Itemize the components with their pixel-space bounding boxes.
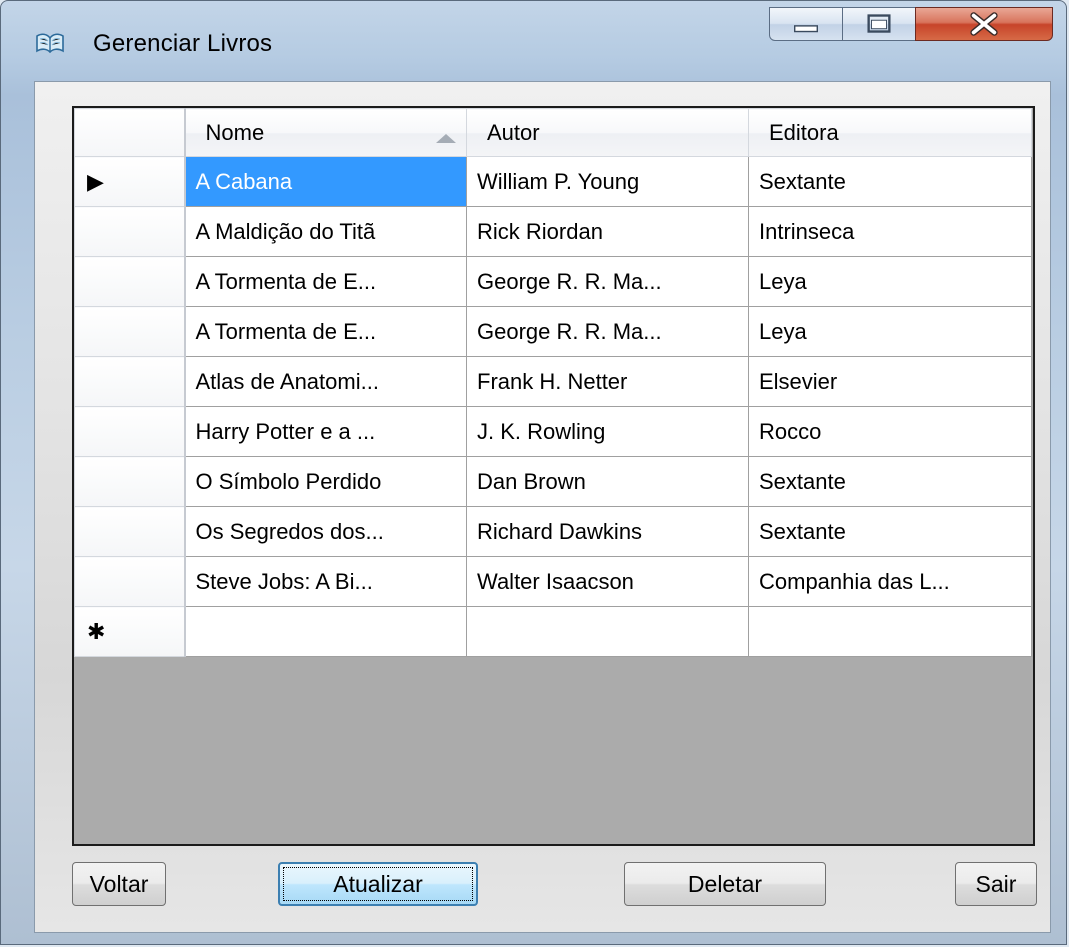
table-row[interactable]: Steve Jobs: A Bi... Walter Isaacson Comp…: [74, 556, 1032, 607]
cell-editora[interactable]: Elsevier: [748, 356, 1032, 407]
current-row-arrow-icon: ▶: [87, 168, 104, 194]
window-title: Gerenciar Livros: [93, 30, 273, 57]
books-table: Nome Autor Editora ▶ A Cabana William P.…: [74, 108, 1032, 657]
row-header-cell[interactable]: [74, 206, 186, 257]
table-row[interactable]: ▶ A Cabana William P. Young Sextante: [74, 156, 1032, 207]
row-header-cell[interactable]: [74, 356, 186, 407]
cell-editora[interactable]: Leya: [748, 256, 1032, 307]
cell-nome[interactable]: Os Segredos dos...: [184, 506, 467, 557]
maximize-icon: [867, 14, 891, 33]
cell-nome[interactable]: Atlas de Anatomi...: [184, 356, 467, 407]
cell-autor[interactable]: Frank H. Netter: [466, 356, 749, 407]
column-header-nome[interactable]: Nome: [184, 108, 467, 157]
button-label: Voltar: [89, 870, 149, 897]
top-left-header-cell[interactable]: [74, 108, 186, 157]
title-bar[interactable]: Gerenciar Livros: [1, 1, 1066, 83]
cell-autor[interactable]: Dan Brown: [466, 456, 749, 507]
cell-autor[interactable]: Walter Isaacson: [466, 556, 749, 607]
table-row[interactable]: O Símbolo Perdido Dan Brown Sextante: [74, 456, 1032, 507]
deletar-button[interactable]: Deletar: [624, 862, 826, 906]
table-row[interactable]: Os Segredos dos... Richard Dawkins Sexta…: [74, 506, 1032, 557]
table-row[interactable]: A Tormenta de E... George R. R. Ma... Le…: [74, 256, 1032, 307]
cell-editora[interactable]: Sextante: [748, 456, 1032, 507]
cell-editora[interactable]: Sextante: [748, 156, 1032, 207]
button-label: Sair: [975, 870, 1017, 897]
cell-editora[interactable]: [748, 606, 1032, 657]
atualizar-button[interactable]: Atualizar: [278, 862, 478, 906]
new-row-asterisk-icon: ✱: [87, 618, 106, 644]
row-header-cell[interactable]: [74, 556, 186, 607]
button-label: Deletar: [687, 870, 763, 897]
cell-editora[interactable]: Sextante: [748, 506, 1032, 557]
table-row[interactable]: A Maldição do Titã Rick Riordan Intrinse…: [74, 206, 1032, 257]
cell-autor[interactable]: George R. R. Ma...: [466, 306, 749, 357]
table-row[interactable]: A Tormenta de E... George R. R. Ma... Le…: [74, 306, 1032, 357]
column-header-editora[interactable]: Editora: [748, 108, 1032, 157]
row-header-cell[interactable]: ▶: [74, 156, 186, 207]
cell-nome[interactable]: A Cabana: [184, 156, 467, 207]
cell-autor[interactable]: J. K. Rowling: [466, 406, 749, 457]
cell-autor[interactable]: [466, 606, 749, 657]
row-header-cell[interactable]: [74, 406, 186, 457]
minimize-icon: [794, 25, 818, 33]
books-data-grid[interactable]: Nome Autor Editora ▶ A Cabana William P.…: [72, 106, 1035, 846]
grid-header-row: Nome Autor Editora: [74, 108, 1032, 157]
column-header-label: Autor: [487, 119, 540, 145]
sort-ascending-icon: [436, 133, 456, 143]
cell-nome[interactable]: A Tormenta de E...: [184, 306, 467, 357]
cell-autor[interactable]: Richard Dawkins: [466, 506, 749, 557]
form-client-area: Nome Autor Editora ▶ A Cabana William P.…: [34, 81, 1051, 933]
minimize-button[interactable]: [769, 7, 843, 41]
cell-nome[interactable]: Steve Jobs: A Bi...: [184, 556, 467, 607]
cell-editora[interactable]: Leya: [748, 306, 1032, 357]
row-header-cell[interactable]: ✱: [74, 606, 186, 657]
row-header-cell[interactable]: [74, 456, 186, 507]
row-header-cell[interactable]: [74, 256, 186, 307]
close-button[interactable]: [915, 7, 1053, 41]
cell-editora[interactable]: Companhia das L...: [748, 556, 1032, 607]
table-row[interactable]: Atlas de Anatomi... Frank H. Netter Else…: [74, 356, 1032, 407]
row-header-cell[interactable]: [74, 306, 186, 357]
cell-nome[interactable]: O Símbolo Perdido: [184, 456, 467, 507]
cell-autor[interactable]: George R. R. Ma...: [466, 256, 749, 307]
open-book-icon: [36, 33, 64, 54]
voltar-button[interactable]: Voltar: [72, 862, 166, 906]
sair-button[interactable]: Sair: [955, 862, 1037, 906]
cell-autor[interactable]: Rick Riordan: [466, 206, 749, 257]
row-header-cell[interactable]: [74, 506, 186, 557]
new-row[interactable]: ✱: [74, 606, 1032, 657]
column-header-autor[interactable]: Autor: [466, 108, 749, 157]
cell-nome[interactable]: Harry Potter e a ...: [184, 406, 467, 457]
close-icon: [970, 12, 998, 36]
cell-nome[interactable]: A Tormenta de E...: [184, 256, 467, 307]
cell-nome[interactable]: A Maldição do Titã: [184, 206, 467, 257]
button-label: Atualizar: [333, 870, 423, 897]
app-window: Gerenciar Livros Nome Autor Editora ▶ A …: [0, 0, 1067, 945]
maximize-button[interactable]: [842, 7, 916, 41]
column-header-label: Nome: [205, 119, 265, 145]
column-header-label: Editora: [769, 119, 839, 145]
cell-autor[interactable]: William P. Young: [466, 156, 749, 207]
cell-editora[interactable]: Rocco: [748, 406, 1032, 457]
table-row[interactable]: Harry Potter e a ... J. K. Rowling Rocco: [74, 406, 1032, 457]
cell-nome[interactable]: [184, 606, 467, 657]
cell-editora[interactable]: Intrinseca: [748, 206, 1032, 257]
